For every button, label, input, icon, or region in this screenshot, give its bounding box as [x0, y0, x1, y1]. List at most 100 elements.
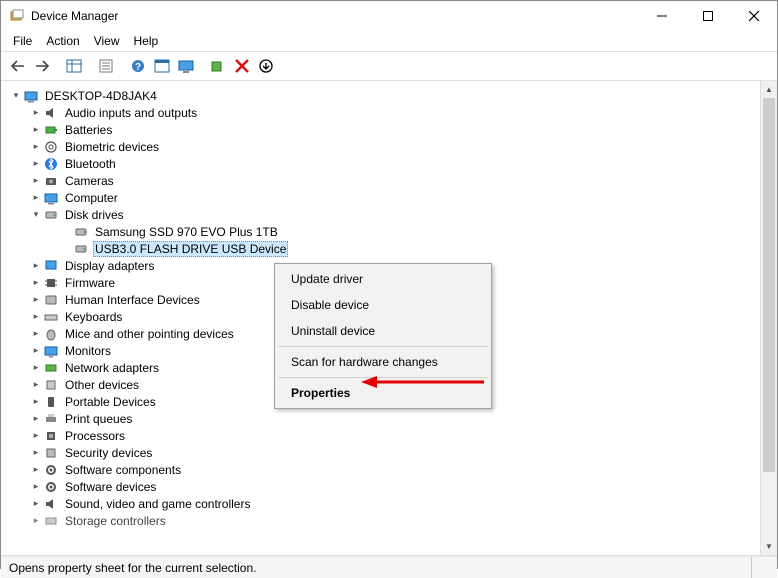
- biometric-icon: [43, 139, 59, 155]
- ctx-scan-hardware[interactable]: Scan for hardware changes: [277, 349, 489, 375]
- tree-item-sound[interactable]: ▸ Sound, video and game controllers: [5, 495, 777, 512]
- tree-item-cameras[interactable]: ▸ Cameras: [5, 172, 777, 189]
- menu-view[interactable]: View: [88, 32, 126, 50]
- menu-file[interactable]: File: [7, 32, 38, 50]
- vertical-scrollbar[interactable]: ▲ ▼: [760, 81, 777, 555]
- scroll-thumb[interactable]: [763, 98, 775, 472]
- disk-icon: [43, 207, 59, 223]
- scroll-up-button[interactable]: ▲: [761, 81, 777, 98]
- menu-help[interactable]: Help: [128, 32, 165, 50]
- enable-button[interactable]: [255, 55, 277, 77]
- tree-item-disk-drives[interactable]: ▾ Disk drives: [5, 206, 777, 223]
- status-text: Opens property sheet for the current sel…: [9, 561, 256, 575]
- app-icon: [9, 8, 25, 24]
- ctx-update-driver[interactable]: Update driver: [277, 266, 489, 292]
- tree-item-storage[interactable]: ▸ Storage controllers: [5, 512, 777, 529]
- tree-item-disk-usb[interactable]: USB3.0 FLASH DRIVE USB Device: [5, 240, 777, 257]
- chevron-right-icon[interactable]: ▸: [29, 106, 43, 120]
- chevron-right-icon[interactable]: ▸: [29, 378, 43, 392]
- monitor-button[interactable]: [175, 55, 197, 77]
- ctx-disable-device[interactable]: Disable device: [277, 292, 489, 318]
- gear-icon: [43, 462, 59, 478]
- chevron-right-icon[interactable]: ▸: [29, 276, 43, 290]
- portable-icon: [43, 394, 59, 410]
- svg-text:?: ?: [135, 62, 141, 73]
- ctx-properties[interactable]: Properties: [277, 380, 489, 406]
- chevron-down-icon[interactable]: ▾: [29, 208, 43, 222]
- chevron-right-icon[interactable]: ▸: [29, 429, 43, 443]
- chevron-right-icon[interactable]: ▸: [29, 157, 43, 171]
- forward-button[interactable]: [31, 55, 53, 77]
- other-icon: [43, 377, 59, 393]
- ctx-separator: [278, 346, 488, 347]
- close-button[interactable]: [731, 1, 777, 31]
- disk-icon: [73, 241, 89, 257]
- statusbar: Opens property sheet for the current sel…: [1, 556, 777, 578]
- hid-icon: [43, 292, 59, 308]
- maximize-button[interactable]: [685, 1, 731, 31]
- tree-item-audio[interactable]: ▸ Audio inputs and outputs: [5, 104, 777, 121]
- firmware-icon: [43, 275, 59, 291]
- tree-item-disk-samsung[interactable]: Samsung SSD 970 EVO Plus 1TB: [5, 223, 777, 240]
- uninstall-button[interactable]: [231, 55, 253, 77]
- chevron-right-icon[interactable]: ▸: [29, 259, 43, 273]
- chevron-right-icon[interactable]: ▸: [29, 344, 43, 358]
- tree-item-sw-components[interactable]: ▸ Software components: [5, 461, 777, 478]
- chevron-right-icon[interactable]: ▸: [29, 480, 43, 494]
- scroll-down-button[interactable]: ▼: [761, 538, 777, 555]
- tree-item-computer[interactable]: ▸ Computer: [5, 189, 777, 206]
- tree-root-label: DESKTOP-4D8JAK4: [43, 89, 159, 103]
- show-hide-tree-button[interactable]: [63, 55, 85, 77]
- chevron-right-icon[interactable]: ▸: [29, 191, 43, 205]
- chevron-right-icon[interactable]: ▸: [29, 361, 43, 375]
- chevron-right-icon[interactable]: ▸: [29, 446, 43, 460]
- context-menu: Update driver Disable device Uninstall d…: [274, 263, 492, 409]
- window-title: Device Manager: [31, 9, 639, 23]
- chevron-right-icon[interactable]: ▸: [29, 140, 43, 154]
- audio-icon: [43, 105, 59, 121]
- chevron-right-icon[interactable]: ▸: [29, 174, 43, 188]
- tree-item-batteries[interactable]: ▸ Batteries: [5, 121, 777, 138]
- scroll-track[interactable]: [761, 98, 777, 538]
- computer-icon: [43, 190, 59, 206]
- ctx-uninstall-device[interactable]: Uninstall device: [277, 318, 489, 344]
- chevron-right-icon[interactable]: ▸: [29, 310, 43, 324]
- display-icon: [43, 258, 59, 274]
- tree-item-processors[interactable]: ▸ Processors: [5, 427, 777, 444]
- chevron-right-icon[interactable]: ▸: [29, 412, 43, 426]
- security-icon: [43, 445, 59, 461]
- chevron-down-icon[interactable]: ▾: [9, 89, 23, 103]
- chevron-right-icon[interactable]: ▸: [29, 327, 43, 341]
- keyboard-icon: [43, 309, 59, 325]
- tree-item-print[interactable]: ▸ Print queues: [5, 410, 777, 427]
- camera-icon: [43, 173, 59, 189]
- audio-icon: [43, 496, 59, 512]
- help-button[interactable]: ?: [127, 55, 149, 77]
- chevron-right-icon[interactable]: ▸: [29, 463, 43, 477]
- tree-root[interactable]: ▾ DESKTOP-4D8JAK4: [5, 87, 777, 104]
- properties-button[interactable]: [95, 55, 117, 77]
- monitor-icon: [43, 343, 59, 359]
- action-window-button[interactable]: [151, 55, 173, 77]
- ctx-separator: [278, 377, 488, 378]
- disk-icon: [73, 224, 89, 240]
- window-controls: [639, 1, 777, 31]
- chevron-right-icon[interactable]: ▸: [29, 123, 43, 137]
- tree-item-biometric[interactable]: ▸ Biometric devices: [5, 138, 777, 155]
- chevron-right-icon[interactable]: ▸: [29, 293, 43, 307]
- cpu-icon: [43, 428, 59, 444]
- gear-icon: [43, 479, 59, 495]
- chevron-right-icon[interactable]: ▸: [29, 514, 43, 528]
- titlebar: Device Manager: [1, 1, 777, 31]
- tree-item-bluetooth[interactable]: ▸ Bluetooth: [5, 155, 777, 172]
- minimize-button[interactable]: [639, 1, 685, 31]
- back-button[interactable]: [7, 55, 29, 77]
- tree-item-sw-devices[interactable]: ▸ Software devices: [5, 478, 777, 495]
- bluetooth-icon: [43, 156, 59, 172]
- menu-action[interactable]: Action: [40, 32, 85, 50]
- tree-item-security[interactable]: ▸ Security devices: [5, 444, 777, 461]
- toolbar: ?: [1, 51, 777, 81]
- chevron-right-icon[interactable]: ▸: [29, 497, 43, 511]
- chevron-right-icon[interactable]: ▸: [29, 395, 43, 409]
- scan-hardware-button[interactable]: [207, 55, 229, 77]
